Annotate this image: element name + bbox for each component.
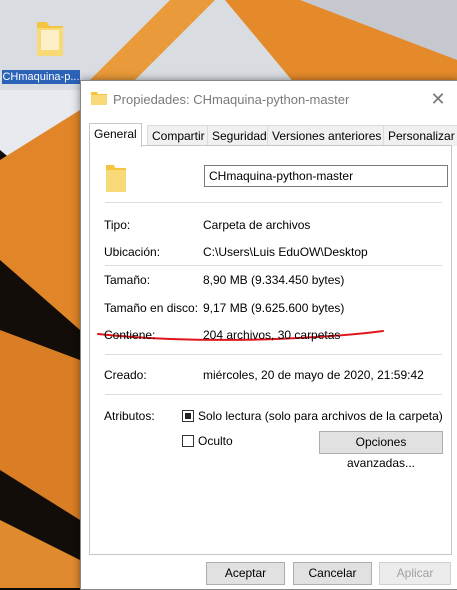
cancelar-button[interactable]: Cancelar [293, 562, 372, 585]
creado-value: miércoles, 20 de mayo de 2020, 21:59:42 [203, 368, 424, 382]
tamano-label: Tamaño: [104, 273, 151, 287]
aplicar-button[interactable]: Aplicar [379, 562, 451, 585]
contiene-value: 204 archivos, 30 carpetas [203, 328, 341, 342]
contiene-label: Contiene: [104, 328, 156, 342]
divider [105, 265, 442, 266]
tamano-disco-label: Tamaño en disco: [104, 301, 199, 315]
tab-compartir[interactable]: Compartir [147, 125, 210, 146]
tipo-label: Tipo: [104, 218, 131, 232]
ubicacion-label: Ubicación: [104, 245, 161, 259]
general-panel: CHmaquina-python-master Tipo: Carpeta de… [89, 145, 452, 555]
oculto-checkbox[interactable] [182, 435, 194, 447]
ubicacion-value: C:\Users\Luis EduOW\Desktop [203, 245, 368, 259]
folder-name-input[interactable]: CHmaquina-python-master [204, 165, 448, 187]
folder-icon [106, 165, 126, 192]
desktop-folder-item[interactable]: CHmaquina-p... [2, 14, 80, 86]
tab-personalizar[interactable]: Personalizar [383, 125, 457, 146]
title-bar[interactable]: Propiedades: CHmaquina-python-master ✕ [81, 81, 457, 117]
close-icon[interactable]: ✕ [426, 87, 450, 111]
desktop-folder-label: CHmaquina-p... [2, 70, 80, 84]
tamano-value: 8,90 MB (9.334.450 bytes) [203, 273, 345, 287]
tab-bar: General Compartir Seguridad Versiones an… [89, 123, 457, 147]
folder-icon [37, 22, 63, 56]
oculto-label: Oculto [198, 434, 233, 448]
tab-seguridad[interactable]: Seguridad [207, 125, 272, 146]
tab-versiones-anteriores[interactable]: Versiones anteriores [267, 125, 387, 146]
solo-lectura-label: Solo lectura (solo para archivos de la c… [198, 409, 443, 423]
divider [105, 394, 442, 395]
creado-label: Creado: [104, 368, 147, 382]
solo-lectura-checkbox[interactable] [182, 410, 194, 422]
properties-dialog: Propiedades: CHmaquina-python-master ✕ G… [80, 80, 457, 590]
atributos-label: Atributos: [104, 409, 155, 423]
opciones-avanzadas-button[interactable]: Opciones avanzadas... [319, 431, 443, 470]
tamano-disco-value: 9,17 MB (9.625.600 bytes) [203, 301, 345, 315]
dialog-title: Propiedades: CHmaquina-python-master [113, 92, 350, 107]
tipo-value: Carpeta de archivos [203, 218, 311, 232]
folder-icon [91, 92, 107, 105]
aceptar-button[interactable]: Aceptar [206, 562, 285, 585]
divider [105, 354, 442, 355]
tab-general[interactable]: General [89, 123, 142, 147]
divider [105, 202, 442, 203]
